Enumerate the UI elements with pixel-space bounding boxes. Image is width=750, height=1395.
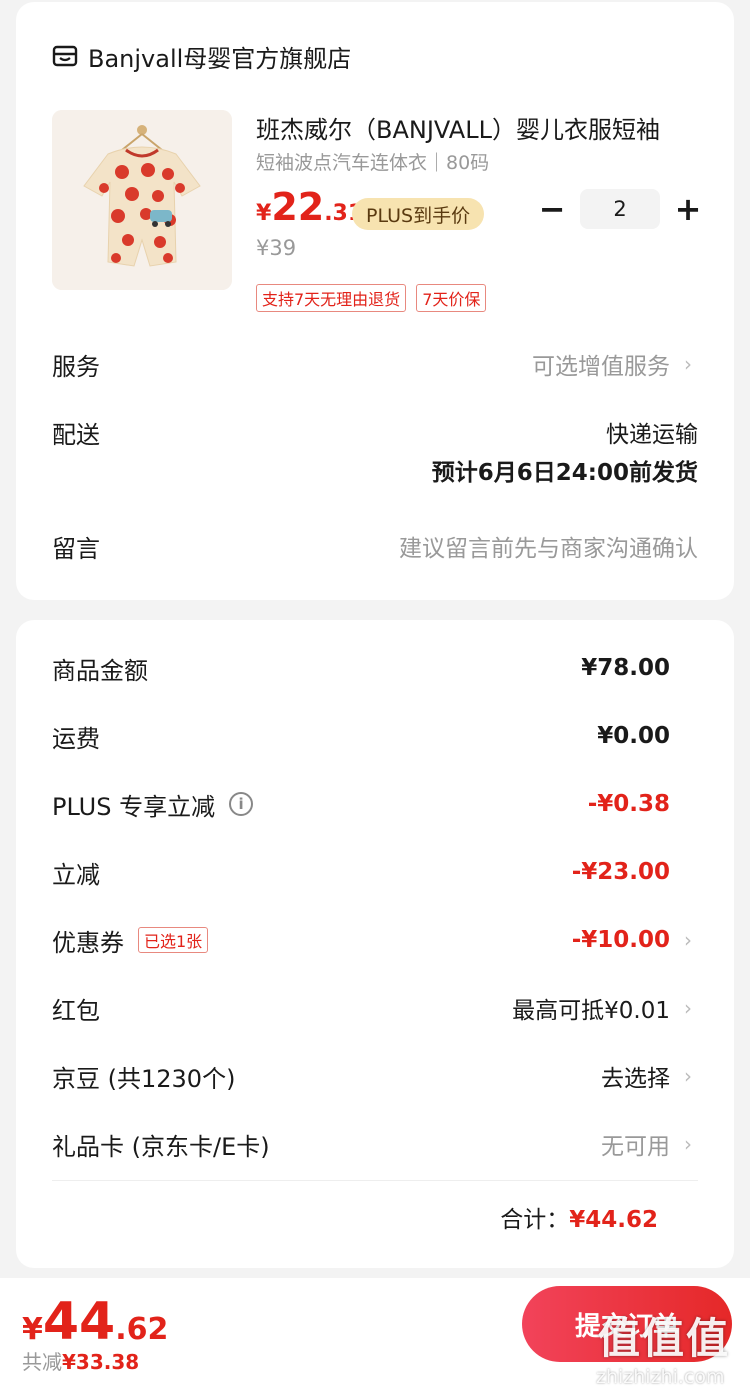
total-savings: 共减¥33.38 bbox=[22, 1346, 139, 1375]
chevron-right-icon: › bbox=[684, 996, 692, 1020]
final-price-decimal: .62 bbox=[115, 1312, 169, 1347]
coupon-selected-badge: 已选1张 bbox=[138, 927, 209, 953]
goods-amount-row: 商品金额 ¥78.00 bbox=[52, 650, 698, 686]
product-title[interactable]: 班杰威尔（BANJVALL）婴儿衣服短袖 bbox=[256, 110, 706, 145]
jingdou-value: 去选择 bbox=[601, 1066, 670, 1092]
service-label: 服务 bbox=[52, 352, 100, 381]
gift-card-value: 无可用 bbox=[601, 1134, 670, 1160]
plus-price-badge: PLUS到手价 bbox=[352, 198, 485, 230]
service-tags: 支持7天无理由退货 7天价保 bbox=[256, 284, 487, 312]
coupon-value: -¥10.00 bbox=[571, 927, 670, 953]
message-row[interactable]: 留言 建议留言前先与商家沟通确认 bbox=[52, 528, 698, 564]
delivery-label: 配送 bbox=[52, 420, 100, 449]
instant-discount-label: 立减 bbox=[52, 860, 100, 889]
watermark-url: zhizhizhi.com bbox=[596, 1366, 725, 1388]
delivery-eta: 预计6月6日24:00前发货 bbox=[431, 460, 698, 486]
quantity-value[interactable]: 2 bbox=[580, 189, 660, 229]
chevron-right-icon: › bbox=[684, 1064, 692, 1088]
savings-prefix: 共减 bbox=[22, 1350, 62, 1374]
jingdou-row[interactable]: 京豆 (共1230个) 去选择 › bbox=[52, 1058, 698, 1094]
delivery-info: 快递运输 预计6月6日24:00前发货 bbox=[432, 416, 698, 492]
red-packet-label: 红包 bbox=[52, 996, 100, 1025]
gift-card-row[interactable]: 礼品卡 (京东卡/E卡) 无可用 › bbox=[52, 1126, 698, 1162]
plus-discount-label: PLUS 专享立减 bbox=[52, 792, 216, 821]
product-card: Banjvall母婴官方旗舰店 班杰威尔（BANJVALL）婴儿衣服短袖 短袖波… bbox=[16, 2, 734, 600]
chevron-right-icon: › bbox=[684, 352, 692, 376]
price-symbol: ¥ bbox=[256, 201, 272, 226]
red-packet-value: 最高可抵¥0.01 bbox=[512, 998, 670, 1024]
total-row: 合计： ¥44.62 bbox=[500, 1200, 658, 1234]
service-value: 可选增值服务 bbox=[532, 354, 670, 380]
goods-amount-label: 商品金额 bbox=[52, 656, 148, 685]
quantity-stepper: − 2 + bbox=[534, 188, 706, 230]
gift-card-label: 礼品卡 (京东卡/E卡) bbox=[52, 1132, 270, 1161]
shipping-row: 运费 ¥0.00 bbox=[52, 718, 698, 754]
watermark-logo: 值值值 bbox=[598, 1314, 731, 1363]
divider bbox=[52, 1180, 698, 1181]
increase-button[interactable]: + bbox=[670, 188, 706, 230]
coupon-row[interactable]: 优惠券 已选1张 -¥10.00 › bbox=[52, 922, 698, 958]
chevron-right-icon: › bbox=[684, 928, 692, 952]
price-integer: 22 bbox=[271, 185, 325, 229]
message-label: 留言 bbox=[52, 534, 100, 563]
product-spec[interactable]: 短袖波点汽车连体衣｜80码 bbox=[256, 148, 489, 175]
summary-card: 商品金额 ¥78.00 运费 ¥0.00 PLUS 专享立减 i -¥0.38 … bbox=[16, 620, 734, 1268]
romper-image bbox=[52, 110, 232, 290]
instant-discount-value: -¥23.00 bbox=[571, 859, 670, 885]
service-row[interactable]: 服务 可选增值服务 › bbox=[52, 346, 698, 382]
decrease-button[interactable]: − bbox=[534, 188, 570, 230]
tag-return: 支持7天无理由退货 bbox=[256, 284, 407, 312]
red-packet-row[interactable]: 红包 最高可抵¥0.01 › bbox=[52, 990, 698, 1026]
chevron-right-icon: › bbox=[684, 1132, 692, 1156]
coupon-label: 优惠券 bbox=[52, 928, 124, 957]
total-label: 合计： bbox=[500, 1207, 570, 1233]
delivery-method: 快递运输 bbox=[606, 422, 698, 448]
product-price: ¥ 22 .31 bbox=[256, 188, 363, 226]
store-icon bbox=[52, 45, 78, 67]
final-price-symbol: ¥ bbox=[22, 1312, 43, 1347]
original-price: ¥39 bbox=[256, 236, 297, 260]
savings-value: ¥33.38 bbox=[62, 1350, 140, 1374]
instant-discount-row: 立减 -¥23.00 bbox=[52, 854, 698, 890]
message-input[interactable]: 建议留言前先与商家沟通确认 bbox=[399, 529, 698, 563]
plus-discount-row: PLUS 专享立减 i -¥0.38 bbox=[52, 786, 698, 822]
shipping-label: 运费 bbox=[52, 724, 100, 753]
jingdou-label: 京豆 (共1230个) bbox=[52, 1064, 236, 1093]
shipping-value: ¥0.00 bbox=[597, 723, 670, 749]
plus-discount-value: -¥0.38 bbox=[587, 791, 670, 817]
info-icon[interactable]: i bbox=[229, 792, 254, 816]
tag-price-protect: 7天价保 bbox=[416, 284, 487, 312]
final-price: ¥ 44 .62 bbox=[22, 1296, 168, 1348]
total-value: ¥44.62 bbox=[569, 1207, 658, 1233]
final-price-integer: 44 bbox=[42, 1292, 116, 1352]
product-thumbnail[interactable] bbox=[52, 110, 232, 290]
store-name: Banjvall母婴官方旗舰店 bbox=[88, 44, 352, 73]
goods-amount-value: ¥78.00 bbox=[581, 655, 670, 681]
store-row[interactable]: Banjvall母婴官方旗舰店 bbox=[52, 38, 351, 74]
